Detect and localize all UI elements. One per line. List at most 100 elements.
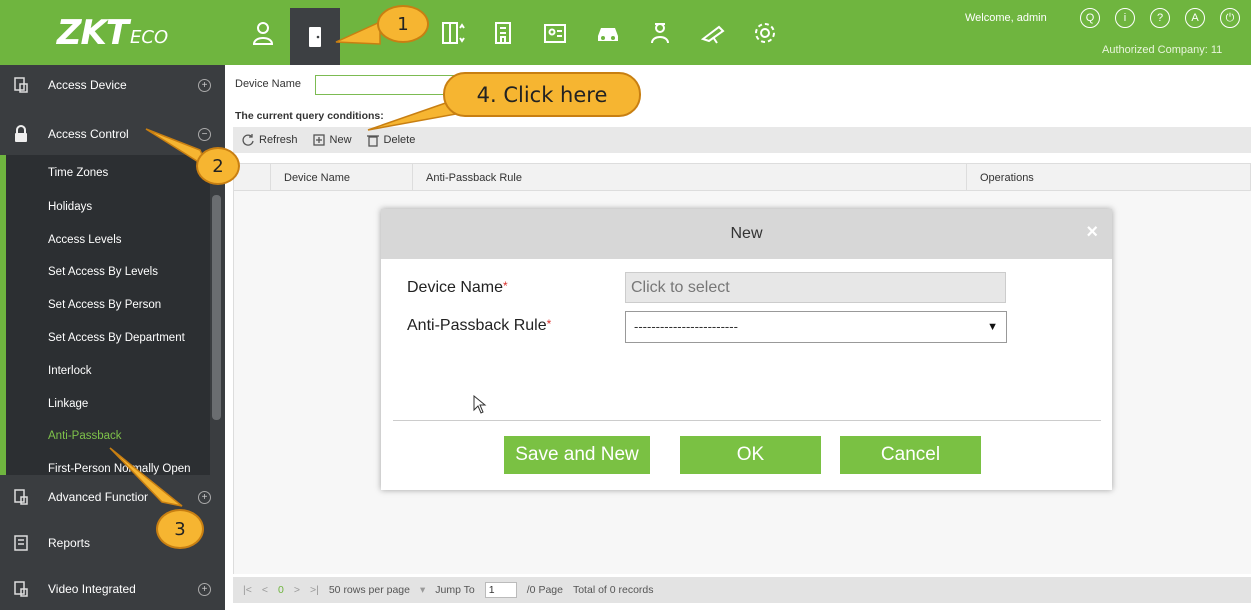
required-mark: * xyxy=(546,317,552,331)
report-icon xyxy=(14,535,28,551)
new-icon xyxy=(312,134,325,146)
next-page-icon[interactable]: > xyxy=(294,584,300,596)
sidebar-item-holidays[interactable]: Holidays xyxy=(48,201,92,213)
mouse-cursor-icon xyxy=(473,395,487,414)
close-icon[interactable]: × xyxy=(1086,221,1098,244)
logo: ZKT ECO xyxy=(0,0,225,65)
id-card-icon[interactable] xyxy=(530,8,580,58)
video-icon xyxy=(14,581,28,597)
query-conditions-text: The current query conditions: xyxy=(235,110,384,122)
cancel-button[interactable]: Cancel xyxy=(840,436,981,474)
device-name-field-label: Device Name* xyxy=(407,279,508,297)
callout-step-1: 1 xyxy=(377,5,429,43)
sidebar-section-advanced-functions[interactable]: Advanced Functions + xyxy=(0,479,225,515)
sidebar-item-set-access-by-person[interactable]: Set Access By Person xyxy=(48,299,161,311)
device-name-label: Device Name xyxy=(235,78,302,90)
expand-icon[interactable]: + xyxy=(198,490,211,504)
person-icon[interactable] xyxy=(238,8,288,58)
delete-button[interactable]: Delete xyxy=(366,133,416,147)
save-and-new-button[interactable]: Save and New xyxy=(504,436,650,474)
rows-per-page-select[interactable]: 50 rows per page xyxy=(329,584,410,596)
sidebar-section-label: Access Control xyxy=(48,127,129,141)
info-icon[interactable]: i xyxy=(1115,8,1135,28)
dialog-divider xyxy=(393,420,1101,421)
column-header-device-name[interactable]: Device Name xyxy=(284,172,350,184)
chevron-down-icon[interactable]: ▾ xyxy=(420,584,425,596)
sidebar-item-anti-passback[interactable]: Anti-Passback xyxy=(48,430,122,442)
camera-icon[interactable] xyxy=(688,8,738,58)
ok-button[interactable]: OK xyxy=(680,436,821,474)
anti-passback-rule-select[interactable]: ------------------------ ▼ xyxy=(625,311,1007,343)
sidebar-item-time-zones[interactable]: Time Zones xyxy=(48,167,108,179)
sidebar-scrollbar[interactable] xyxy=(212,195,221,420)
sidebar-item-set-access-by-levels[interactable]: Set Access By Levels xyxy=(48,266,158,278)
car-icon[interactable] xyxy=(583,8,633,58)
dialog-title: New xyxy=(730,225,763,242)
welcome-text: Welcome, admin xyxy=(965,12,1047,24)
expand-icon[interactable]: + xyxy=(198,582,211,596)
account-icon[interactable]: A xyxy=(1185,8,1205,28)
guard-icon[interactable] xyxy=(635,8,685,58)
column-header-operations[interactable]: Operations xyxy=(980,172,1034,184)
gear-icon[interactable] xyxy=(740,8,790,58)
help-icon[interactable]: ? xyxy=(1150,8,1170,28)
device-name-label-text: Device Name xyxy=(407,279,504,296)
callout-step-3: 3 xyxy=(156,509,204,549)
required-mark: * xyxy=(503,279,508,293)
sidebar-item-access-levels[interactable]: Access Levels xyxy=(48,234,122,246)
authorized-company: Authorized Company: 11 xyxy=(1102,44,1223,56)
jump-to-input[interactable]: 1 xyxy=(484,582,517,598)
user-circle-icon[interactable]: Q xyxy=(1080,8,1100,28)
column-divider xyxy=(412,164,413,190)
sidebar-section-video-integrated[interactable]: Video Integrated + xyxy=(0,571,225,607)
logo-suffix: ECO xyxy=(130,27,169,48)
sidebar-section-label: Video Integrated xyxy=(48,582,136,596)
column-divider xyxy=(270,164,271,190)
grid-header: Device Name Anti-Passback Rule Operation… xyxy=(233,163,1251,191)
sidebar-section-access-device[interactable]: Access Device + xyxy=(0,67,225,103)
last-page-icon[interactable]: >| xyxy=(310,584,319,596)
jump-to-label: Jump To xyxy=(435,584,475,596)
anti-passback-rule-field-label: Anti-Passback Rule* xyxy=(407,317,551,335)
new-button[interactable]: New xyxy=(312,133,352,147)
callout-step-4: 4. Click here xyxy=(443,72,641,117)
page-total: /0 Page xyxy=(526,584,563,596)
refresh-button[interactable]: Refresh xyxy=(241,133,298,147)
delete-label: Delete xyxy=(383,134,416,146)
expand-icon[interactable]: + xyxy=(198,78,211,92)
pagination-bar: |< < 0 > >| 50 rows per page ▾ Jump To 1… xyxy=(233,577,1251,603)
delete-icon xyxy=(366,135,379,147)
sidebar-section-access-control[interactable]: Access Control − xyxy=(0,116,225,152)
device-name-select-field[interactable]: Click to select xyxy=(625,272,1006,303)
sidebar-section-label: Access Device xyxy=(48,78,127,92)
elevator-icon[interactable] xyxy=(427,8,477,58)
building-icon[interactable] xyxy=(478,8,528,58)
toolbar: Refresh New Delete xyxy=(233,127,1251,153)
first-page-icon[interactable]: |< xyxy=(243,584,252,596)
prev-page-icon[interactable]: < xyxy=(262,584,268,596)
dropdown-caret-icon[interactable]: ▼ xyxy=(987,312,998,342)
sidebar-section-label: Advanced Functions xyxy=(48,490,148,504)
power-icon[interactable]: ⏻ xyxy=(1220,8,1240,28)
record-total: Total of 0 records xyxy=(572,584,654,596)
logo-main: ZKT xyxy=(56,12,129,53)
new-label: New xyxy=(329,134,352,146)
sidebar-item-linkage[interactable]: Linkage xyxy=(48,398,88,410)
device-name-search-input[interactable] xyxy=(315,75,455,95)
sidebar-item-first-person-normally-open[interactable]: First-Person Normally Open xyxy=(48,463,191,475)
device-icon xyxy=(14,77,28,93)
door-icon[interactable] xyxy=(290,8,340,65)
top-bar: ZKT ECO Welcome, admin Authorized Compan… xyxy=(0,0,1251,65)
anti-passback-rule-value: ------------------------ xyxy=(634,319,738,334)
lock-icon xyxy=(15,125,27,142)
column-divider xyxy=(966,164,967,190)
refresh-label: Refresh xyxy=(259,134,298,146)
collapse-icon[interactable]: − xyxy=(198,127,211,141)
column-header-anti-passback-rule[interactable]: Anti-Passback Rule xyxy=(426,172,522,184)
sidebar-item-set-access-by-department[interactable]: Set Access By Department xyxy=(48,332,185,344)
sidebar-item-interlock[interactable]: Interlock xyxy=(48,365,91,377)
sidebar-submenu xyxy=(0,155,210,475)
new-dialog: New × Device Name* Click to select Anti-… xyxy=(381,209,1112,490)
dialog-header: New × xyxy=(381,209,1112,259)
callout-step-2: 2 xyxy=(196,147,240,185)
